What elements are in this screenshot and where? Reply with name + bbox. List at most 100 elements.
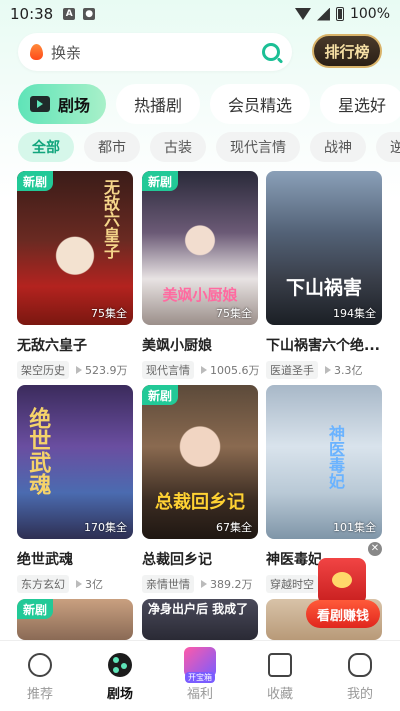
drama-card[interactable]: 无敌六皇子 新剧 75集全 无敌六皇子 架空历史 523.9万 — [17, 171, 133, 379]
new-badge: 新剧 — [17, 599, 54, 619]
drama-title[interactable]: 美飒小厨娘 — [142, 335, 258, 355]
a-notification-icon: A — [63, 8, 76, 20]
chip-romance[interactable]: 现代言情 — [216, 132, 300, 162]
earn-money-button[interactable]: 看剧赚钱 — [306, 600, 380, 628]
nav-label: 福利 — [186, 687, 213, 702]
chip-war-god[interactable]: 战神 — [310, 132, 366, 162]
nav-label: 推荐 — [26, 687, 53, 702]
tab-theater[interactable]: 剧场 — [18, 84, 107, 124]
poster-title-art: 下山祸害 — [285, 277, 362, 300]
battery-percent: 100% — [349, 6, 390, 22]
drama-title[interactable]: 下山祸害六个绝... — [266, 335, 382, 355]
poster[interactable]: 美飒小厨娘 新剧 75集全 — [142, 171, 258, 325]
nav-theater[interactable]: 剧场 — [80, 641, 160, 711]
genre-tag: 医道圣手 — [266, 361, 318, 379]
episode-count: 194集全 — [333, 307, 376, 320]
play-count-icon — [325, 366, 331, 374]
drama-title[interactable]: 绝世武魂 — [17, 549, 133, 569]
ranking-button[interactable]: 排行榜 — [312, 34, 382, 68]
red-envelope-icon[interactable] — [318, 558, 366, 604]
episode-count: 75集全 — [216, 307, 252, 320]
poster-title-art: 绝世武魂 — [25, 407, 51, 495]
drama-meta: 亲情世情 389.2万 — [142, 575, 258, 593]
drama-meta: 东方玄幻 3亿 — [17, 575, 133, 593]
genre-tag: 架空历史 — [17, 361, 69, 379]
genre-tag: 东方玄幻 — [17, 575, 69, 593]
gift-icon: 开宝箱 — [184, 647, 216, 683]
genre-tag: 亲情世情 — [142, 575, 194, 593]
bookmark-icon — [268, 653, 292, 677]
status-time: 10:38 — [10, 5, 54, 23]
nav-welfare[interactable]: 开宝箱 福利 — [160, 641, 240, 711]
chip-comeback[interactable]: 逆袭 — [376, 132, 400, 162]
wifi-icon — [294, 8, 311, 20]
episode-count: 170集全 — [84, 521, 127, 534]
battery-icon — [335, 7, 344, 21]
drama-card[interactable]: 下山祸害 194集全 下山祸害六个绝... 医道圣手 3.3亿 — [266, 171, 382, 379]
drama-card[interactable]: 净身出户后 我成了 — [142, 599, 258, 640]
episode-count: 67集全 — [216, 521, 252, 534]
drama-meta: 医道圣手 3.3亿 — [266, 361, 382, 379]
status-bar: 10:38 A ● 100% — [0, 0, 400, 28]
bottom-nav: 推荐 剧场 开宝箱 福利 收藏 我的 — [0, 640, 400, 711]
poster-title-art: 神医毒妃 — [326, 425, 345, 489]
genre-tag: 现代言情 — [142, 361, 194, 379]
category-tabs: 剧场 热播剧 会员精选 星选好 — [18, 84, 400, 124]
nav-recommend[interactable]: 推荐 — [0, 641, 80, 711]
poster-title-art: 美飒小厨娘 — [162, 285, 238, 304]
gift-tag: 开宝箱 — [185, 672, 215, 683]
play-count-icon — [201, 580, 207, 588]
play-count: 523.9万 — [85, 364, 128, 377]
search-bar[interactable]: 换亲 — [18, 33, 292, 71]
drama-meta: 现代言情 1005.6万 — [142, 361, 260, 379]
new-badge: 新剧 — [142, 171, 179, 191]
poster-title-art: 无敌六皇子 — [101, 179, 120, 259]
planet-icon — [28, 653, 52, 677]
poster[interactable]: 总裁回乡记 新剧 67集全 — [142, 385, 258, 539]
theater-icon — [108, 653, 132, 677]
poster[interactable]: 无敌六皇子 新剧 75集全 — [17, 171, 133, 325]
shield-icon: ● — [83, 8, 96, 20]
drama-card[interactable]: 新剧 — [17, 599, 133, 640]
nav-collect[interactable]: 收藏 — [240, 641, 320, 711]
search-icon[interactable] — [262, 43, 280, 61]
episode-count: 75集全 — [91, 307, 127, 320]
close-icon[interactable]: ✕ — [368, 542, 382, 556]
play-count-icon — [201, 366, 207, 374]
search-placeholder: 换亲 — [51, 43, 82, 62]
drama-meta: 架空历史 523.9万 — [17, 361, 133, 379]
chip-all[interactable]: 全部 — [18, 132, 74, 162]
drama-title[interactable]: 无敌六皇子 — [17, 335, 133, 355]
play-count-icon — [76, 580, 82, 588]
nav-label: 我的 — [346, 687, 373, 702]
nav-me[interactable]: 我的 — [320, 641, 400, 711]
poster[interactable]: 净身出户后 我成了 — [142, 599, 258, 640]
drama-card[interactable]: 绝世武魂 170集全 绝世武魂 东方玄幻 3亿 — [17, 385, 133, 593]
drama-card[interactable]: 美飒小厨娘 新剧 75集全 美飒小厨娘 现代言情 1005.6万 — [142, 171, 260, 379]
chip-urban[interactable]: 都市 — [84, 132, 140, 162]
tv-icon — [30, 96, 50, 112]
episode-count: 101集全 — [333, 521, 376, 534]
poster-title-art: 总裁回乡记 — [155, 492, 245, 514]
profile-icon — [348, 653, 372, 677]
drama-title[interactable]: 总裁回乡记 — [142, 549, 258, 569]
tab-star[interactable]: 星选好 — [320, 84, 400, 124]
play-count: 3亿 — [85, 578, 103, 591]
tab-vip[interactable]: 会员精选 — [210, 84, 311, 124]
chip-costume[interactable]: 古装 — [150, 132, 206, 162]
tab-hot[interactable]: 热播剧 — [116, 84, 201, 124]
poster[interactable]: 新剧 — [17, 599, 133, 640]
tab-label: 剧场 — [58, 96, 91, 115]
poster[interactable]: 绝世武魂 170集全 — [17, 385, 133, 539]
cell-signal-icon — [316, 7, 330, 21]
play-count: 389.2万 — [210, 578, 253, 591]
drama-card[interactable]: 总裁回乡记 新剧 67集全 总裁回乡记 亲情世情 389.2万 — [142, 385, 258, 593]
play-count-icon — [76, 366, 82, 374]
nav-label: 剧场 — [106, 687, 133, 702]
play-count: 3.3亿 — [334, 364, 363, 377]
new-badge: 新剧 — [17, 171, 54, 191]
poster[interactable]: 神医毒妃 101集全 — [266, 385, 382, 539]
poster[interactable]: 下山祸害 194集全 — [266, 171, 382, 325]
genre-chips: 全部 都市 古装 现代言情 战神 逆袭 — [18, 132, 400, 162]
nav-label: 收藏 — [266, 687, 293, 702]
